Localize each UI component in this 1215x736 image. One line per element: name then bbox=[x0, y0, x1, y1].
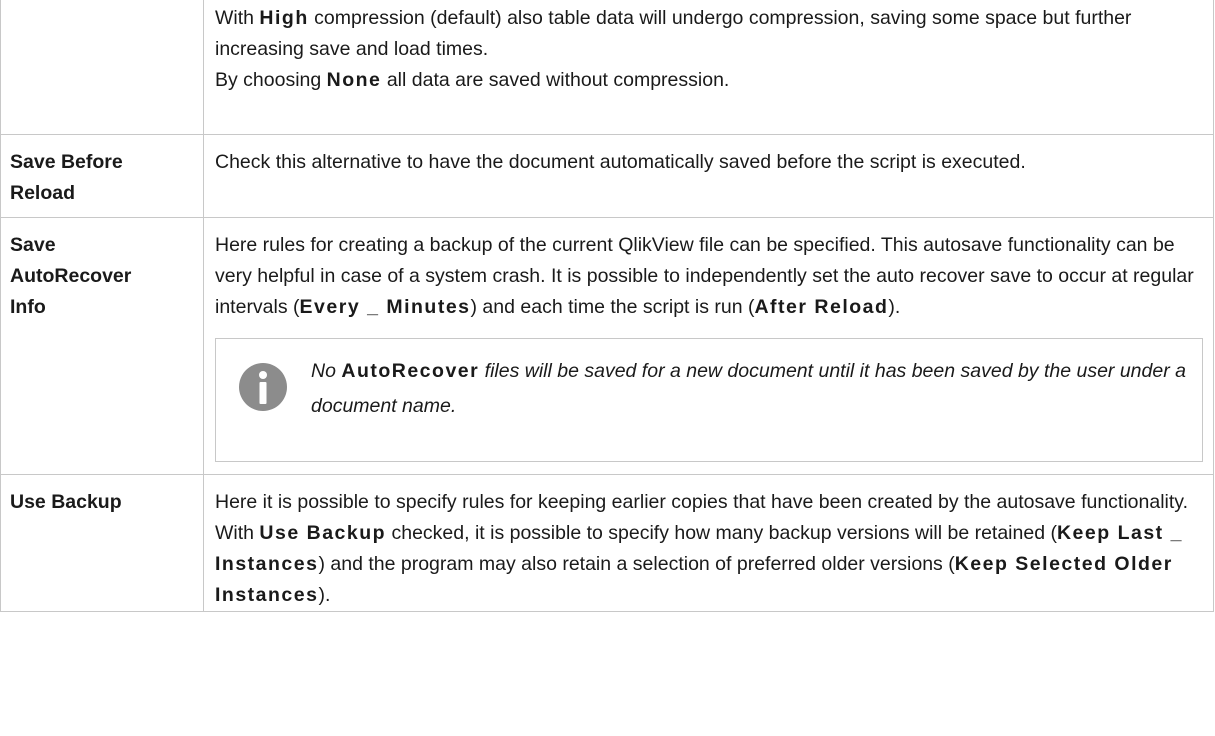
keyword-use-backup: Use Backup bbox=[259, 522, 387, 544]
keyword-high: High bbox=[259, 7, 309, 29]
term-cell-save-autorecover-info: Save AutoRecover Info bbox=[0, 217, 204, 475]
note-text: No AutoRecover files will be saved for a… bbox=[311, 354, 1190, 424]
desc-text: all data are saved without compression. bbox=[381, 69, 730, 91]
table-row: Save Before Reload Check this alternative… bbox=[0, 134, 1214, 218]
desc-text: ) and the program may also retain a sele… bbox=[318, 553, 955, 575]
term-cell-save-before-reload: Save Before Reload bbox=[0, 134, 204, 218]
desc-text: checked, it is possible to specify how m… bbox=[386, 522, 1057, 544]
table-row: Use Backup Here it is possible to specif… bbox=[0, 474, 1214, 612]
info-icon bbox=[239, 363, 287, 411]
desc-text: ). bbox=[888, 296, 901, 318]
note-box: No AutoRecover files will be saved for a… bbox=[215, 338, 1203, 462]
term-label: Info bbox=[10, 296, 46, 318]
desc-text: By choosing bbox=[215, 69, 327, 91]
term-label: AutoRecover bbox=[10, 265, 132, 287]
note-text-part: No bbox=[311, 360, 342, 382]
term-label: Reload bbox=[10, 182, 76, 204]
term-cell-empty bbox=[0, 0, 204, 135]
description-cell: Here it is possible to specify rules for… bbox=[203, 474, 1214, 612]
table-row: With High compression (default) also tab… bbox=[0, 0, 1214, 135]
description-cell: With High compression (default) also tab… bbox=[203, 0, 1214, 135]
description-cell: Here rules for creating a backup of the … bbox=[203, 217, 1214, 475]
desc-text: With bbox=[215, 7, 260, 29]
keyword-autorecover: AutoRecover bbox=[341, 360, 480, 382]
desc-text: ) and each time the script is run ( bbox=[470, 296, 755, 318]
term-label: Save Before bbox=[10, 151, 123, 173]
desc-paragraph: Here rules for creating a backup of the … bbox=[215, 230, 1203, 323]
desc-text: Check this alternative to have the docum… bbox=[215, 151, 1026, 173]
term-cell-use-backup: Use Backup bbox=[0, 474, 204, 612]
keyword-after-reload: After Reload bbox=[754, 296, 889, 318]
term-label: Save bbox=[10, 234, 56, 256]
description-cell: Check this alternative to have the docum… bbox=[203, 134, 1214, 218]
desc-text: compression (default) also table data wi… bbox=[215, 7, 1132, 60]
desc-text: ). bbox=[318, 584, 331, 606]
table-row: Save AutoRecover Info Here rules for creat… bbox=[0, 217, 1214, 475]
term-label: Use Backup bbox=[10, 491, 122, 513]
options-table: With High compression (default) also tab… bbox=[0, 0, 1214, 612]
keyword-none: None bbox=[326, 69, 382, 91]
keyword-every-minutes: Every _ Minutes bbox=[299, 296, 471, 318]
